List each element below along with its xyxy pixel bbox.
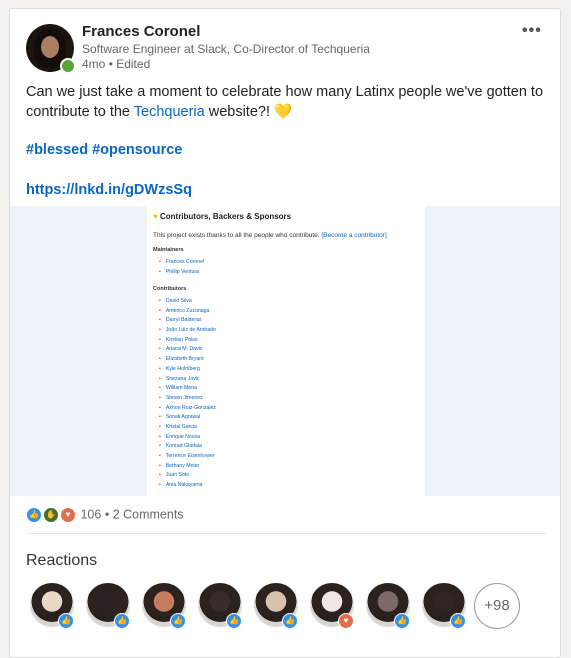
contributor-item: Kristal Garcia <box>159 423 216 433</box>
more-options-icon[interactable]: ••• <box>522 22 542 40</box>
author-headline: Software Engineer at Slack, Co-Director … <box>82 42 370 56</box>
separator: • <box>104 507 110 522</box>
reactor-avatar[interactable]: ♥ <box>310 583 354 629</box>
document-title: ♥ Contributors, Backers & Sponsors <box>153 212 292 221</box>
contributor-item: Sonali Agrawal <box>159 413 216 423</box>
like-icon: 👍 <box>114 613 130 629</box>
maintainers-list: Frances CoronelPhillip Ventura <box>159 258 204 277</box>
like-icon: 👍 <box>58 613 74 629</box>
divider <box>26 533 546 534</box>
contributor-item: Kyle Holmberg <box>159 365 216 375</box>
contributor-item: David Silva <box>159 297 216 307</box>
contributor-item: Enrique Novoa <box>159 433 216 443</box>
contributor-item: Bethany Meier <box>159 462 216 472</box>
like-icon: 👍 <box>170 613 186 629</box>
contributor-item: Ariana M. Davis <box>159 345 216 355</box>
love-icon: ♥ <box>338 613 354 629</box>
techqueria-link[interactable]: Techqueria <box>134 104 205 120</box>
contributor-item: Americo Zuzunaga <box>159 307 216 317</box>
contributors-heading: Contributors <box>153 286 187 292</box>
reactor-avatar[interactable]: 👍 <box>198 583 242 629</box>
more-reactors-button[interactable]: +98 <box>474 583 520 629</box>
heart-icon: ♥ <box>153 212 158 221</box>
reaction-count[interactable]: 106 <box>80 507 101 521</box>
like-icon: 👍 <box>282 613 298 629</box>
contributor-item: Kristian Polso <box>159 336 216 346</box>
online-status-icon <box>60 58 76 74</box>
contributors-list: David SilvaAmerico ZuzunagaDarryl Balder… <box>159 297 216 491</box>
short-url-link[interactable]: https://lnkd.in/gDWzsSq <box>26 182 192 198</box>
contributor-item: William Mena <box>159 384 216 394</box>
contributor-item: Elizabeth Bryant <box>159 355 216 365</box>
love-icon: ♥ <box>60 507 76 523</box>
post-meta: 4mo • Edited <box>82 57 151 71</box>
contributor-item: Snezana Jovic <box>159 375 216 385</box>
post-text: Can we just take a moment to celebrate h… <box>26 82 546 122</box>
like-icon: 👍 <box>226 613 242 629</box>
post-card: Frances Coronel Software Engineer at Sla… <box>9 8 561 658</box>
like-icon: 👍 <box>450 613 466 629</box>
social-counts[interactable]: 👍 ✋ ♥ 106 • 2 Comments <box>26 507 184 525</box>
like-icon: 👍 <box>394 613 410 629</box>
post-image[interactable]: ♥ Contributors, Backers & Sponsors This … <box>10 206 560 496</box>
reactor-avatar[interactable]: 👍 <box>254 583 298 629</box>
document-subtitle: This project exists thanks to all the pe… <box>153 232 387 239</box>
maintainer-item: Frances Coronel <box>159 258 204 268</box>
contributor-item: João Luiz de Andrade <box>159 326 216 336</box>
hashtags[interactable]: #blessed #opensource <box>26 142 182 158</box>
yellow-heart-icon: 💛 <box>274 104 293 120</box>
contributor-item: Konrad Gladala <box>159 442 216 452</box>
reactor-avatar[interactable]: 👍 <box>422 583 466 629</box>
contributors-document: ♥ Contributors, Backers & Sponsors This … <box>147 206 425 496</box>
post-text-after: website?! <box>204 104 275 120</box>
comments-count[interactable]: 2 Comments <box>113 507 184 521</box>
maintainers-heading: Maintainers <box>153 247 184 253</box>
contributor-item: Terrence Eisenhower <box>159 452 216 462</box>
contributor-item: Juan Soto <box>159 471 216 481</box>
reactor-avatar[interactable]: 👍 <box>30 583 74 629</box>
like-icon: 👍 <box>26 507 42 523</box>
reactor-avatar[interactable]: 👍 <box>86 583 130 629</box>
reactions-heading: Reactions <box>26 552 98 569</box>
contributor-item: Steven Jimenez <box>159 394 216 404</box>
contributor-item: Axhon Ruiz-Gonzalez <box>159 404 216 414</box>
contributor-item: Ania Nakayama <box>159 481 216 491</box>
maintainer-item: Phillip Ventura <box>159 268 204 278</box>
author-name[interactable]: Frances Coronel <box>82 23 200 40</box>
contributor-item: Darryl Balderas <box>159 316 216 326</box>
reactor-avatar[interactable]: 👍 <box>366 583 410 629</box>
celebrate-icon: ✋ <box>43 507 59 523</box>
reactor-avatar[interactable]: 👍 <box>142 583 186 629</box>
author-avatar[interactable] <box>26 24 76 74</box>
